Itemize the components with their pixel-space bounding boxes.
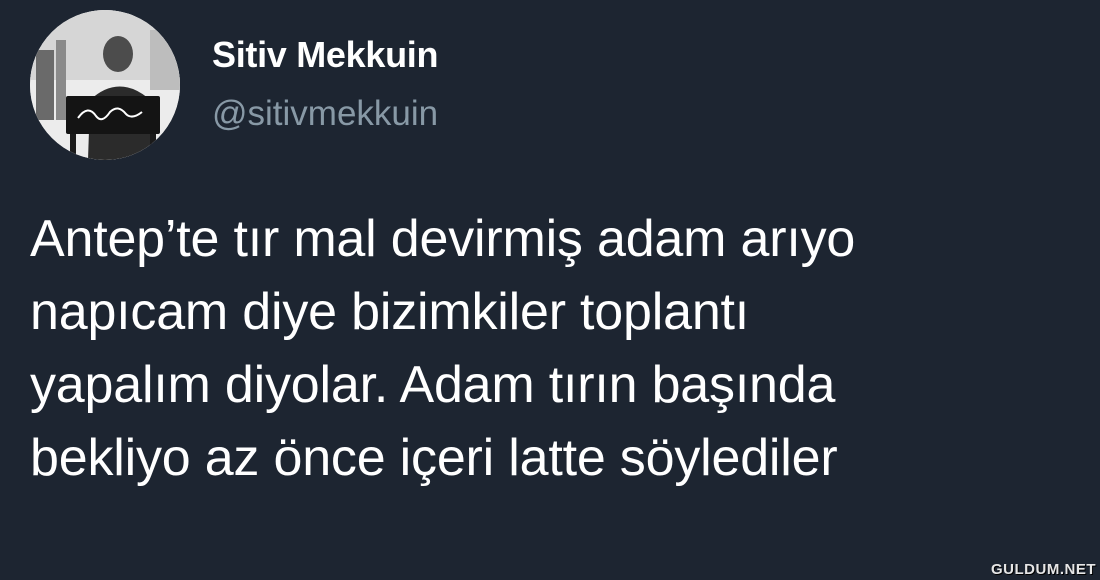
avatar[interactable] (30, 10, 180, 160)
tweet-text: Antep’te tır mal devirmiş adam arıyo nap… (30, 203, 1070, 495)
tweet-card: Sitiv Mekkuin @sitivmekkuin Antep’te tır… (0, 0, 1100, 580)
username-handle[interactable]: @sitivmekkuin (212, 94, 438, 134)
tweet-text-line: Antep’te tır mal devirmiş adam arıyo (30, 210, 856, 268)
tweet-text-line: bekliyo az önce içeri latte söylediler (30, 429, 838, 487)
tweet-text-line: yapalım diyolar. Adam tırın başında (30, 356, 836, 414)
tweet-text-line: napıcam diye bizimkiler toplantı (30, 283, 750, 341)
profile-photo-icon (30, 10, 180, 160)
watermark: GULDUM.NET (991, 561, 1096, 578)
display-name[interactable]: Sitiv Mekkuin (212, 34, 438, 76)
